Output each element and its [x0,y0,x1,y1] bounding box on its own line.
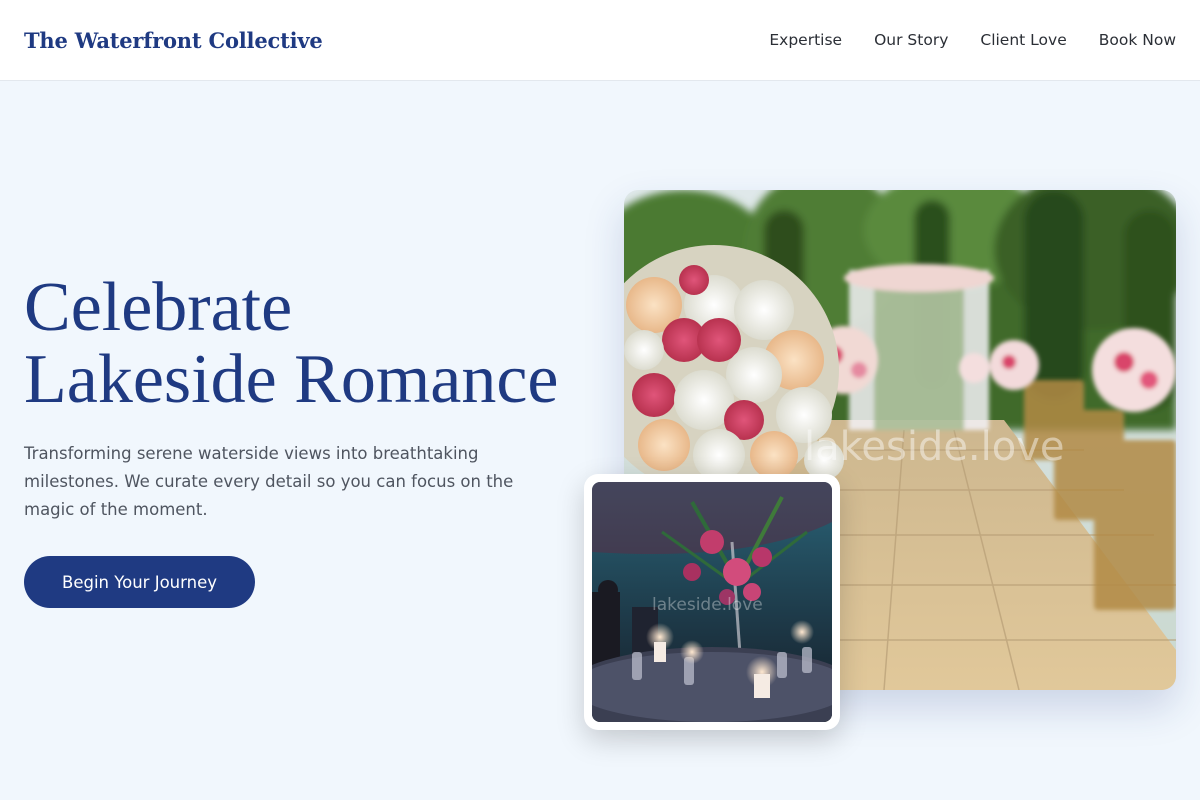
inset-photo-watermark: lakeside.love [652,595,763,615]
main-photo-watermark: lakeside.love [804,424,1065,470]
reception-table-illustration: lakeside.love [592,482,832,722]
nav-link-our-story[interactable]: Our Story [874,31,948,49]
nav-link-book-now[interactable]: Book Now [1099,31,1176,49]
hero-title-line-2: Lakeside Romance [24,341,559,418]
hero-description: Transforming serene waterside views into… [24,444,514,519]
nav-link-client-love[interactable]: Client Love [980,31,1066,49]
main-nav: Expertise Our Story Client Love Book Now [737,31,1176,49]
nav-link-expertise[interactable]: Expertise [769,31,842,49]
hero-title: Celebrate Lakeside Romance [24,272,594,416]
begin-journey-button[interactable]: Begin Your Journey [24,556,255,608]
reception-photo-frame: lakeside.love [584,474,840,730]
site-header: The Waterfront Collective Expertise Our … [0,0,1200,81]
brand-logo-text[interactable]: The Waterfront Collective [24,28,323,53]
hero-title-line-1: Celebrate [24,269,293,346]
reception-photo: lakeside.love [592,482,832,722]
